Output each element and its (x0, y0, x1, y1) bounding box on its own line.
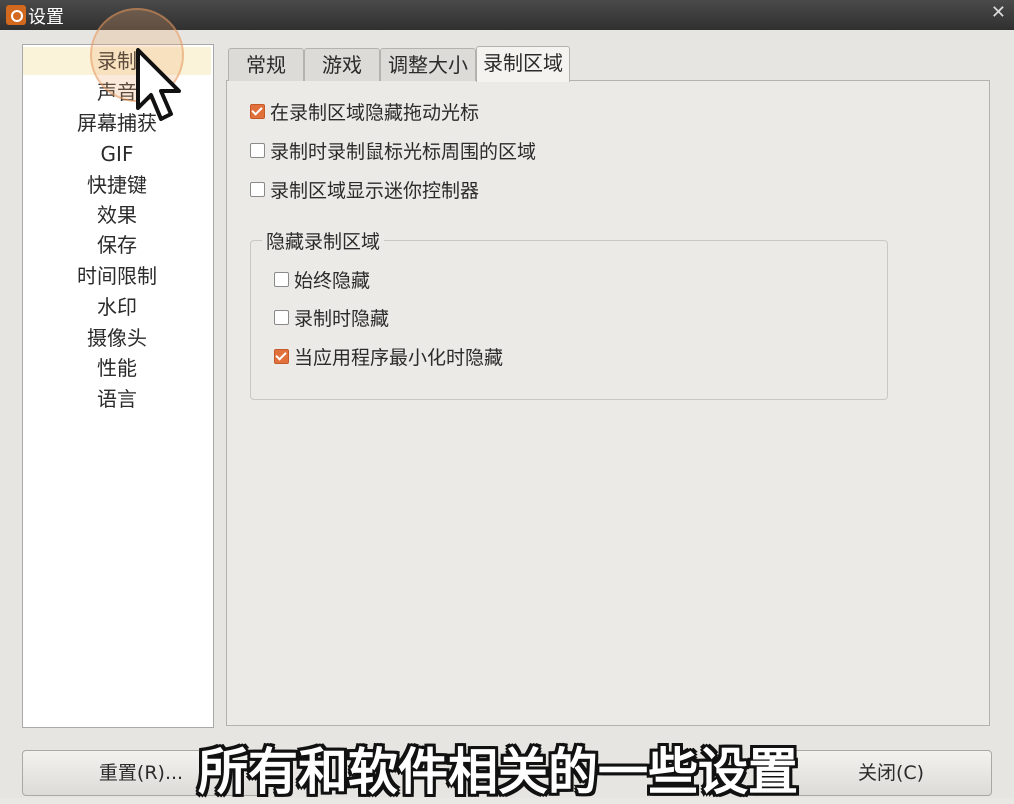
app-icon (6, 5, 26, 25)
close-button[interactable]: 关闭(C) (790, 750, 992, 796)
close-icon[interactable]: ✕ (991, 2, 1006, 23)
sidebar-item-performance[interactable]: 性能 (23, 354, 211, 382)
checkbox[interactable] (274, 272, 289, 287)
option-label: 录制时隐藏 (294, 308, 390, 330)
video-caption: 所有和软件相关的一些设置 (198, 743, 798, 801)
groupbox-title: 隐藏录制区域 (262, 227, 385, 254)
sidebar-item-time-limit[interactable]: 时间限制 (23, 262, 211, 290)
sidebar-item-screen-capture[interactable]: 屏幕捕获 (23, 109, 211, 137)
window-title: 设置 (28, 7, 64, 28)
option-hide-when-minimized[interactable]: 当应用程序最小化时隐藏 (274, 345, 503, 371)
option-label: 在录制区域隐藏拖动光标 (270, 102, 480, 124)
option-label: 始终隐藏 (294, 270, 371, 292)
sidebar-item-watermark[interactable]: 水印 (23, 293, 211, 321)
checkbox-checked[interactable] (274, 349, 289, 364)
checkbox-checked[interactable] (250, 104, 265, 119)
option-hide-drag-cursor[interactable]: 在录制区域隐藏拖动光标 (250, 100, 479, 126)
option-show-mini-controller[interactable]: 录制区域显示迷你控制器 (250, 178, 479, 204)
option-record-around-cursor[interactable]: 录制时录制鼠标光标周围的区域 (250, 139, 536, 165)
option-label: 录制区域显示迷你控制器 (270, 180, 480, 202)
option-hide-while-recording[interactable]: 录制时隐藏 (274, 306, 389, 332)
option-always-hide[interactable]: 始终隐藏 (274, 268, 370, 294)
sidebar-item-gif[interactable]: GIF (23, 140, 211, 168)
option-label: 录制时录制鼠标光标周围的区域 (270, 141, 537, 163)
sidebar-item-language[interactable]: 语言 (23, 385, 211, 413)
tab-general[interactable]: 常规 (228, 48, 304, 81)
sidebar-item-audio[interactable]: 声音 (23, 78, 211, 106)
sidebar-item-hotkeys[interactable]: 快捷键 (23, 171, 211, 199)
checkbox[interactable] (274, 310, 289, 325)
option-label: 当应用程序最小化时隐藏 (294, 347, 504, 369)
sidebar-item-effects[interactable]: 效果 (23, 201, 211, 229)
tab-recording-area[interactable]: 录制区域 (476, 46, 570, 82)
checkbox[interactable] (250, 143, 265, 158)
settings-panel (226, 80, 990, 726)
sidebar-item-save[interactable]: 保存 (23, 231, 211, 259)
tab-game[interactable]: 游戏 (304, 48, 380, 81)
sidebar-item-recording[interactable]: 录制 (23, 47, 211, 75)
checkbox[interactable] (250, 182, 265, 197)
tab-resize[interactable]: 调整大小 (380, 48, 476, 81)
sidebar-item-webcam[interactable]: 摄像头 (23, 324, 211, 352)
settings-sidebar: 录制 声音 屏幕捕获 GIF 快捷键 效果 保存 时间限制 水印 摄像头 性能 … (22, 44, 214, 728)
title-bar: 设置 ✕ (0, 0, 1014, 30)
